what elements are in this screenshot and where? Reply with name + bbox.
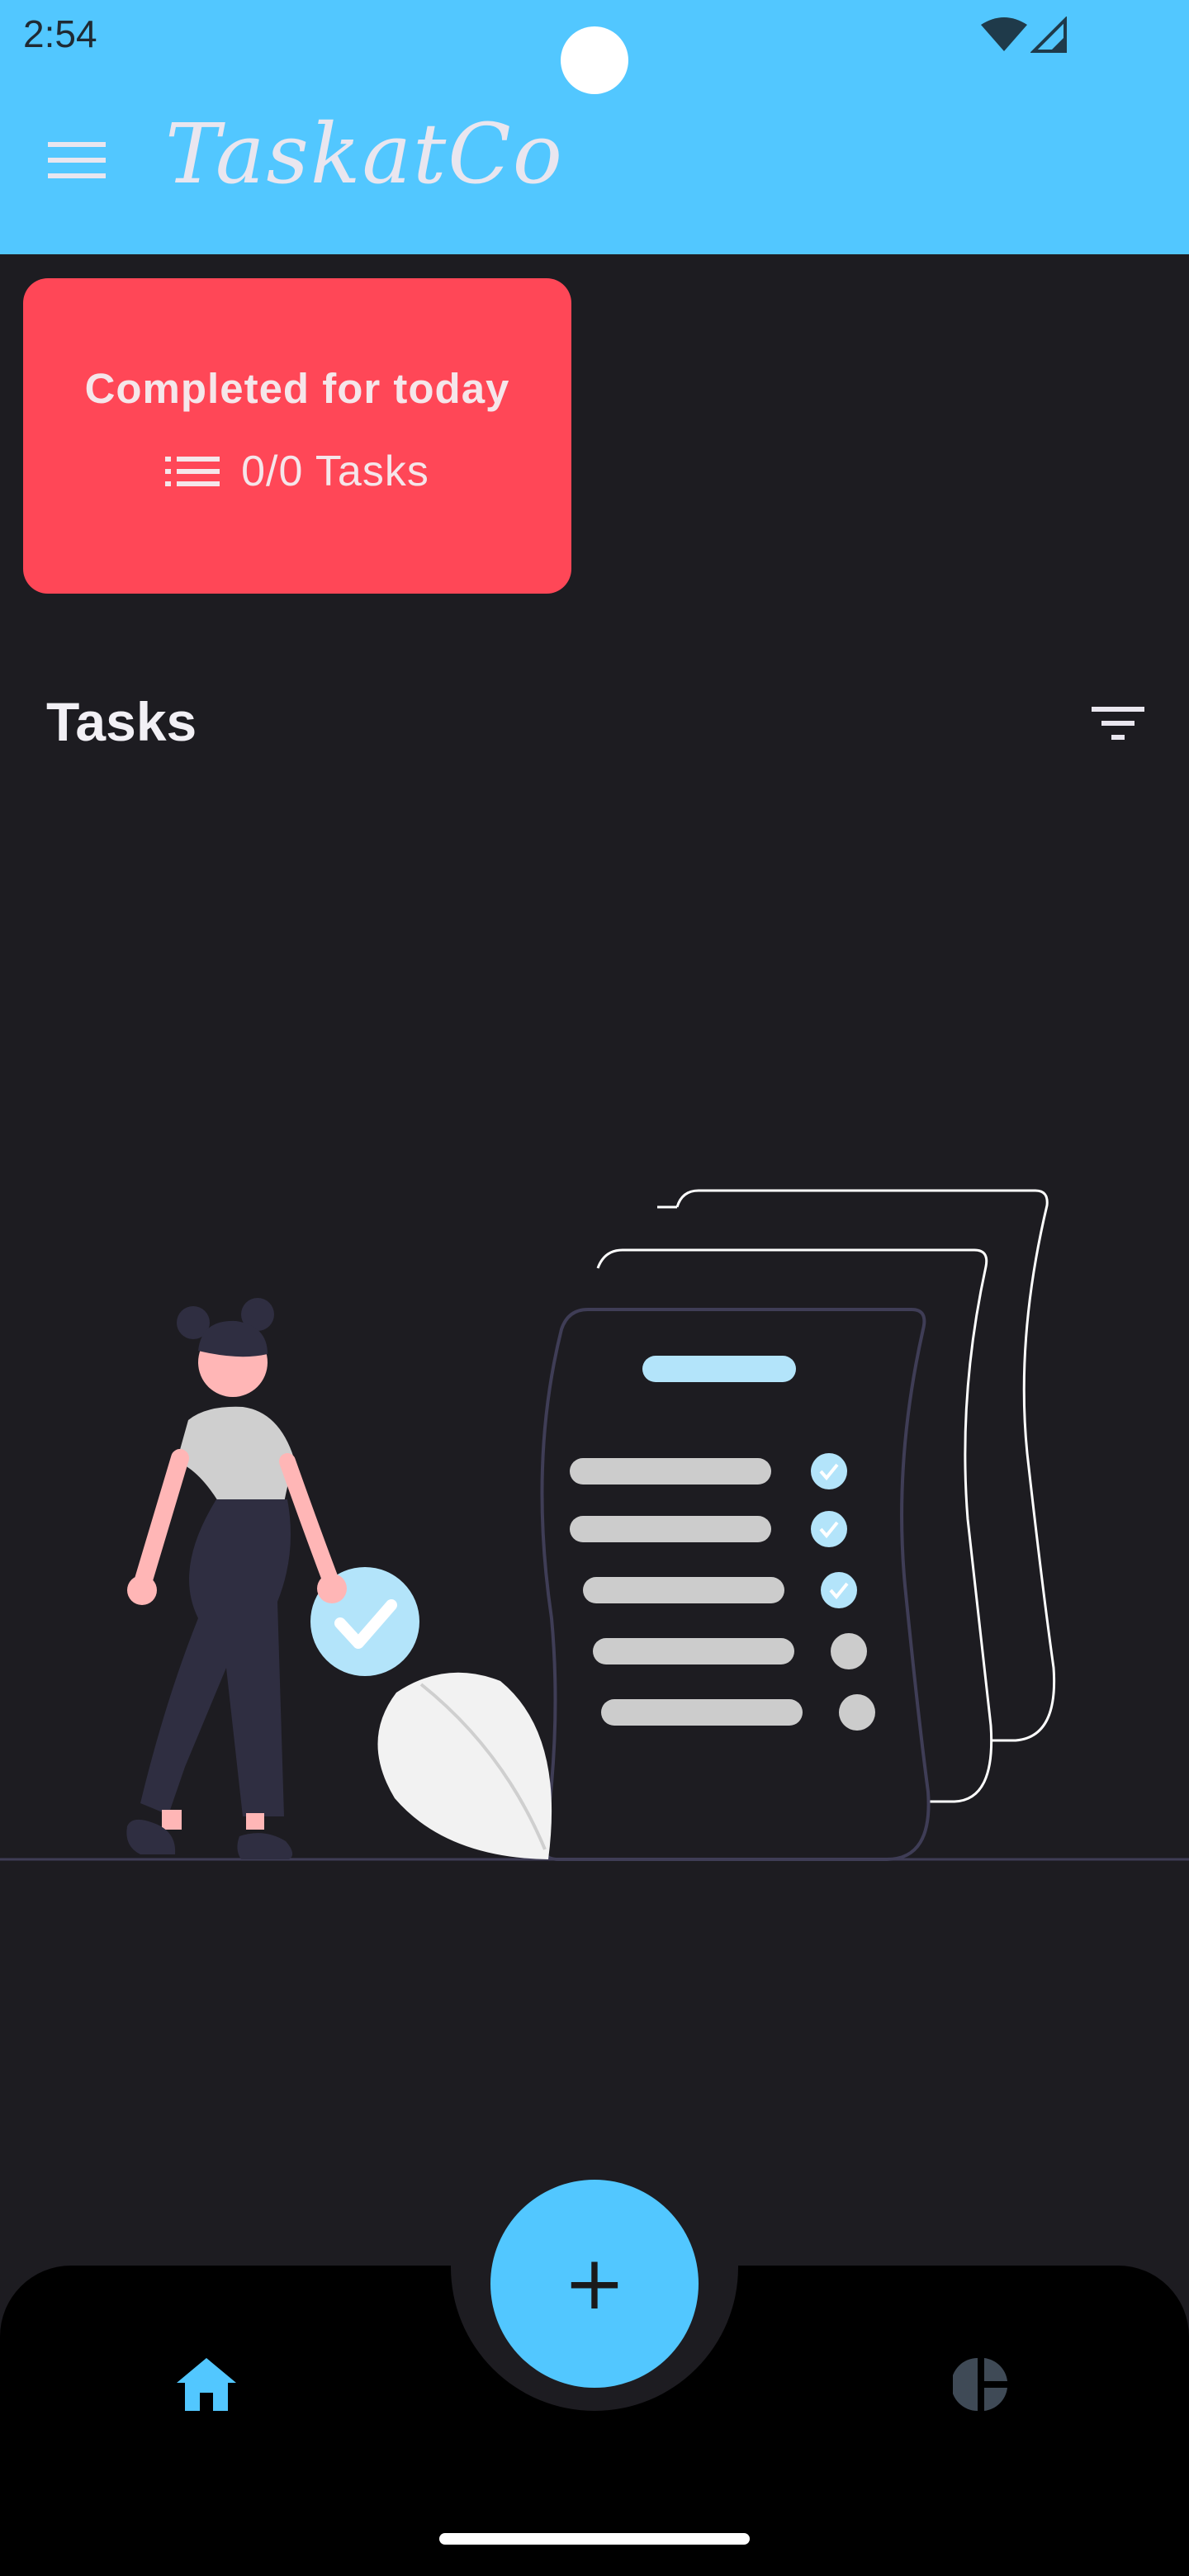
card-count-row: 0/0 Tasks [23,447,571,496]
completed-today-card[interactable]: Completed for today 0/0 Tasks [23,278,571,594]
home-icon[interactable] [175,2356,238,2413]
home-indicator[interactable] [439,2533,750,2545]
status-time: 2:54 [23,12,97,55]
filter-icon[interactable] [1092,703,1144,743]
app-title: TaskatCo [165,106,564,202]
task-home-screen: 2:54 TaskatCo Completed for today 0/0 Ta… [0,0,1189,2576]
empty-tasks-illustration [0,1189,1189,1861]
signal-icon [1030,17,1067,53]
list-icon [165,457,220,486]
task-count: 0/0 Tasks [241,447,429,495]
add-task-button[interactable]: + [490,2180,699,2388]
pie-chart-icon[interactable] [953,2356,1009,2413]
app-bar: 2:54 TaskatCo [0,0,1189,254]
plus-icon: + [563,2240,626,2327]
card-title: Completed for today [84,365,510,412]
tasks-heading: Tasks [46,691,197,752]
camera-cutout [561,26,628,94]
wifi-icon [981,17,1027,51]
hamburger-menu-icon[interactable] [48,139,106,182]
